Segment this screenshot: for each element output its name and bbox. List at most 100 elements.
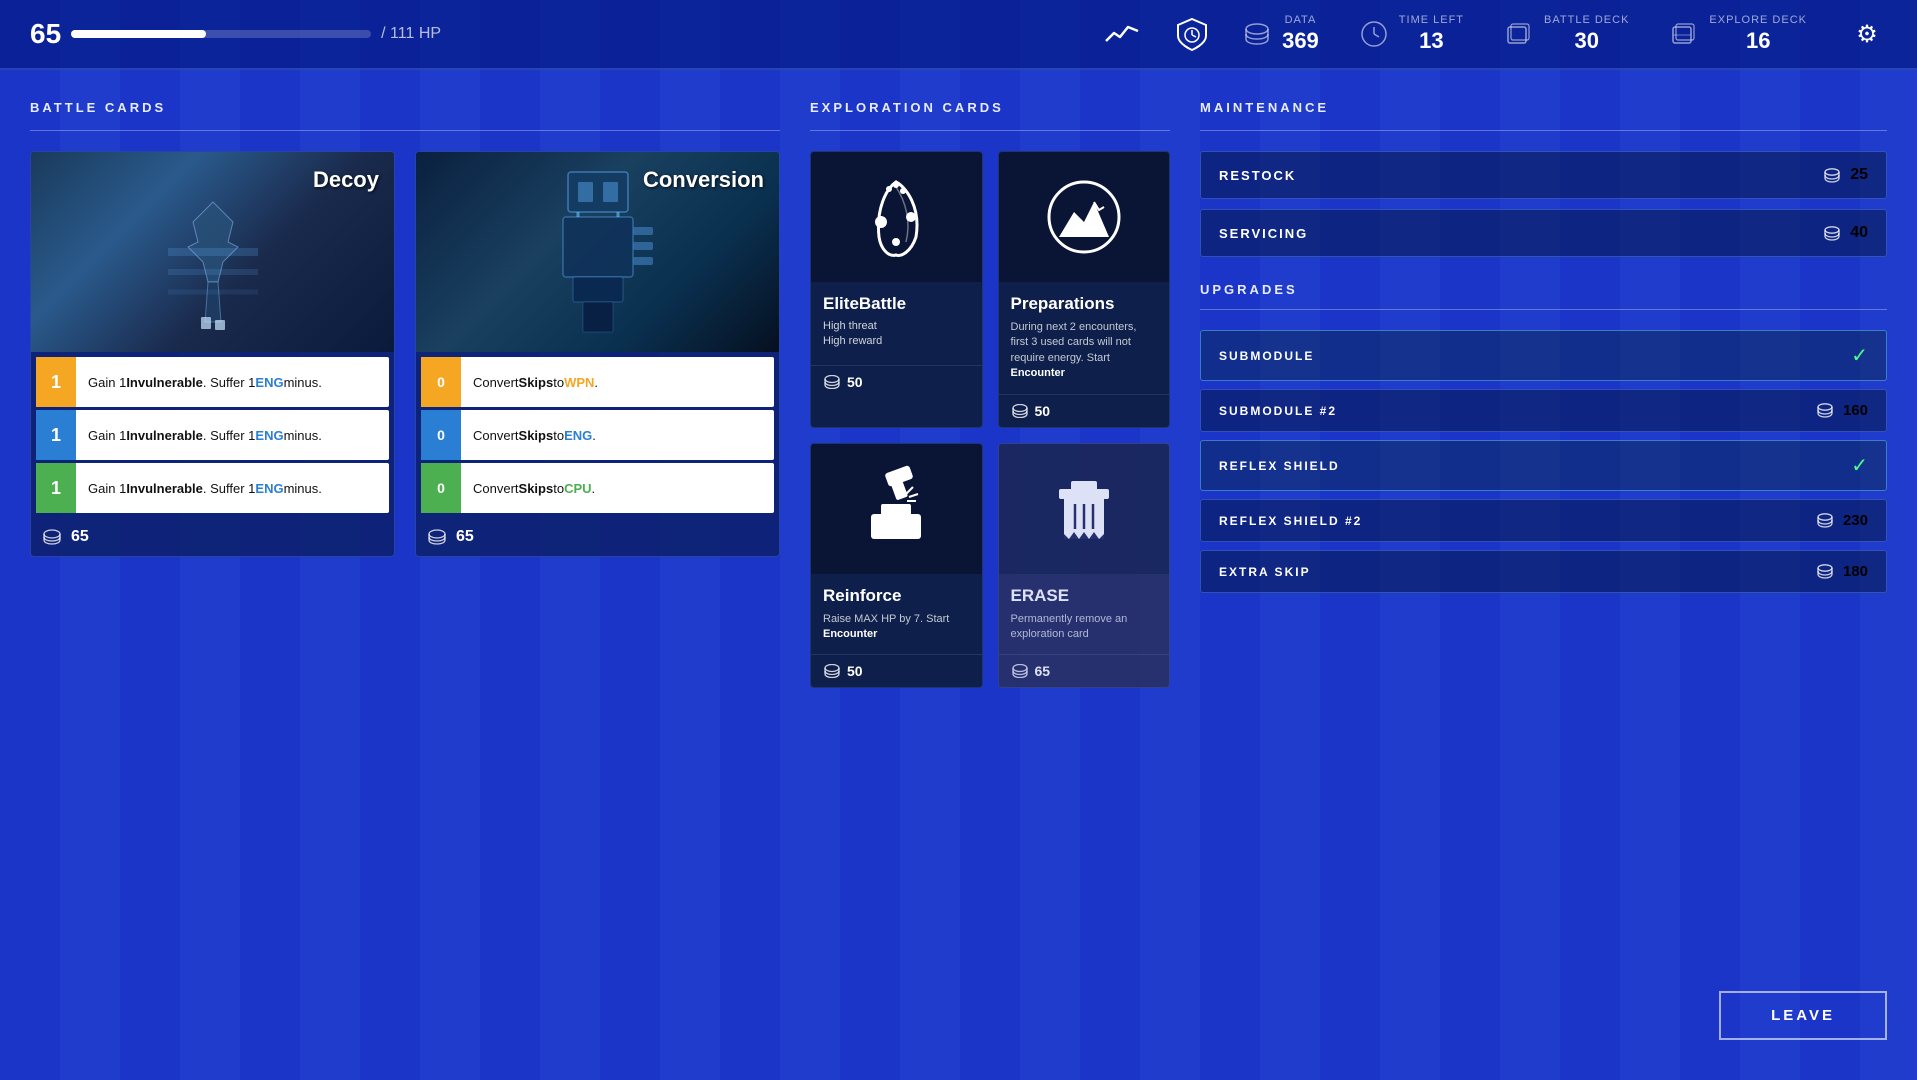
explore-deck-value: 16 <box>1746 28 1770 54</box>
conv-text-3: Convert Skips to CPU. <box>461 463 774 513</box>
preparations-body: Preparations During next 2 encounters, f… <box>999 282 1170 394</box>
reinforce-image <box>811 444 982 574</box>
restock-label: RESTOCK <box>1219 168 1296 183</box>
conversion-card-image: Conversion <box>416 152 779 352</box>
elite-battle-footer: 50 <box>811 365 982 398</box>
decoy-card[interactable]: Decoy <box>30 151 395 557</box>
conversion-ability-3: 0 Convert Skips to CPU. <box>421 463 774 513</box>
center-icons <box>1102 14 1212 54</box>
servicing-cost-value: 40 <box>1850 224 1868 242</box>
submodule2-label: SUBMODULE #2 <box>1219 404 1337 418</box>
erase-desc: Permanently remove an exploration card <box>1011 612 1158 643</box>
reflex-shield-label: REFLEX SHIELD <box>1219 459 1340 473</box>
preparations-image <box>999 152 1170 282</box>
preparations-card[interactable]: Preparations During next 2 encounters, f… <box>998 151 1171 428</box>
upgrades-title: UPGRADES <box>1200 282 1887 297</box>
exploration-title: EXPLORATION CARDS <box>810 100 1170 115</box>
data-value: 369 <box>1282 28 1319 54</box>
battle-cards-grid: Decoy <box>30 151 780 557</box>
ability-text-1: Gain 1 Invulnerable. Suffer 1 ENG minus. <box>76 357 389 407</box>
conv-cost-2: 0 <box>421 410 461 460</box>
data-label: Data <box>1285 14 1317 26</box>
restock-button[interactable]: RESTOCK 25 <box>1200 151 1887 199</box>
conv-text-2: Convert Skips to ENG. <box>461 410 774 460</box>
conv-cost-1: 0 <box>421 357 461 407</box>
conversion-figure <box>538 162 658 342</box>
reinforce-desc: Raise MAX HP by 7. Start Encounter <box>823 612 970 643</box>
reinforce-body: Reinforce Raise MAX HP by 7. Start Encou… <box>811 574 982 655</box>
exploration-cards-section: EXPLORATION CARDS <box>810 100 1170 1080</box>
submodule-owned-check: ✓ <box>1851 343 1868 368</box>
reinforce-cost: 50 <box>847 663 863 679</box>
reflex-shield2-button[interactable]: REFLEX SHIELD #2 230 <box>1200 499 1887 542</box>
erase-body: ERASE Permanently remove an exploration … <box>999 574 1170 655</box>
decoy-cost: 65 <box>71 528 89 546</box>
decoy-ability-2: 1 Gain 1 Invulnerable. Suffer 1 ENG minu… <box>36 410 389 460</box>
reflex-shield-button[interactable]: REFLEX SHIELD ✓ <box>1200 440 1887 491</box>
submodule-upgrade-button[interactable]: SUBMODULE ✓ <box>1200 330 1887 381</box>
submodule2-cost: 160 <box>1815 402 1868 419</box>
threat-high: High threat <box>823 320 970 332</box>
elite-battle-image <box>811 152 982 282</box>
explore-deck-label: Explore Deck <box>1709 14 1807 26</box>
top-bar: 65 / 111 HP <box>0 0 1917 70</box>
upgrades-divider <box>1200 309 1887 310</box>
decoy-ability-1: 1 Gain 1 Invulnerable. Suffer 1 ENG minu… <box>36 357 389 407</box>
elite-battle-card[interactable]: EliteBattle High threat High reward 50 <box>810 151 983 428</box>
hp-bar-fill <box>71 30 206 38</box>
conversion-abilities: 0 Convert Skips to WPN. 0 Convert Skips … <box>416 352 779 518</box>
data-stat-values: Data 369 <box>1282 14 1319 54</box>
erase-card[interactable]: ERASE Permanently remove an exploration … <box>998 443 1171 689</box>
extra-skip-label: EXTRA SKIP <box>1219 565 1311 579</box>
conversion-cost: 65 <box>456 528 474 546</box>
decoy-card-image: Decoy <box>31 152 394 352</box>
ability-text-2: Gain 1 Invulnerable. Suffer 1 ENG minus. <box>76 410 389 460</box>
conv-text-1: Convert Skips to WPN. <box>461 357 774 407</box>
reflex-shield-owned-check: ✓ <box>1851 453 1868 478</box>
explore-deck-values: Explore Deck 16 <box>1709 14 1807 54</box>
top-stats: Data 369 Time left 13 Battle Deck 30 <box>1242 14 1887 54</box>
preparations-name: Preparations <box>1011 294 1158 314</box>
servicing-cost: 40 <box>1822 224 1868 242</box>
settings-button[interactable]: ⚙ <box>1847 14 1887 54</box>
battle-deck-values: Battle Deck 30 <box>1544 14 1629 54</box>
ability-text-3: Gain 1 Invulnerable. Suffer 1 ENG minus. <box>76 463 389 513</box>
ability-cost-3: 1 <box>36 463 76 513</box>
hp-section: 65 / 111 HP <box>30 18 1072 50</box>
decoy-figure <box>163 192 263 332</box>
reinforce-name: Reinforce <box>823 586 970 606</box>
data-stat: Data 369 <box>1242 14 1319 54</box>
conversion-card[interactable]: Conversion <box>415 151 780 557</box>
reflex-shield2-cost-value: 230 <box>1843 512 1868 529</box>
hp-max: / 111 HP <box>381 25 441 43</box>
conversion-cost-footer: 65 <box>416 518 779 556</box>
extra-skip-button[interactable]: EXTRA SKIP 180 <box>1200 550 1887 593</box>
submodule-label: SUBMODULE <box>1219 349 1314 363</box>
battle-deck-stat: Battle Deck 30 <box>1504 14 1629 54</box>
submodule2-upgrade-button[interactable]: SUBMODULE #2 160 <box>1200 389 1887 432</box>
conv-cost-3: 0 <box>421 463 461 513</box>
hp-bar <box>71 30 371 38</box>
preparations-cost: 50 <box>1035 403 1051 419</box>
erase-name: ERASE <box>1011 586 1158 606</box>
reinforce-card[interactable]: Reinforce Raise MAX HP by 7. Start Encou… <box>810 443 983 689</box>
shield-clock-icon[interactable] <box>1172 14 1212 54</box>
decoy-card-name: Decoy <box>313 167 379 193</box>
erase-footer: 65 <box>999 654 1170 687</box>
battle-cards-section: BATTLE CARDS Decoy <box>30 100 780 1080</box>
servicing-button[interactable]: SERVICING 40 <box>1200 209 1887 257</box>
reinforce-footer: 50 <box>811 654 982 687</box>
battle-divider <box>30 130 780 131</box>
graph-icon[interactable] <box>1102 14 1142 54</box>
conversion-ability-1: 0 Convert Skips to WPN. <box>421 357 774 407</box>
servicing-label: SERVICING <box>1219 226 1308 241</box>
decoy-cost-footer: 65 <box>31 518 394 556</box>
submodule2-cost-value: 160 <box>1843 402 1868 419</box>
reward-high: High reward <box>823 335 970 347</box>
decoy-ability-3: 1 Gain 1 Invulnerable. Suffer 1 ENG minu… <box>36 463 389 513</box>
time-label: Time left <box>1399 14 1464 26</box>
conversion-ability-2: 0 Convert Skips to ENG. <box>421 410 774 460</box>
maintenance-title: MAINTENANCE <box>1200 100 1887 115</box>
decoy-abilities: 1 Gain 1 Invulnerable. Suffer 1 ENG minu… <box>31 352 394 518</box>
preparations-footer: 50 <box>999 394 1170 427</box>
